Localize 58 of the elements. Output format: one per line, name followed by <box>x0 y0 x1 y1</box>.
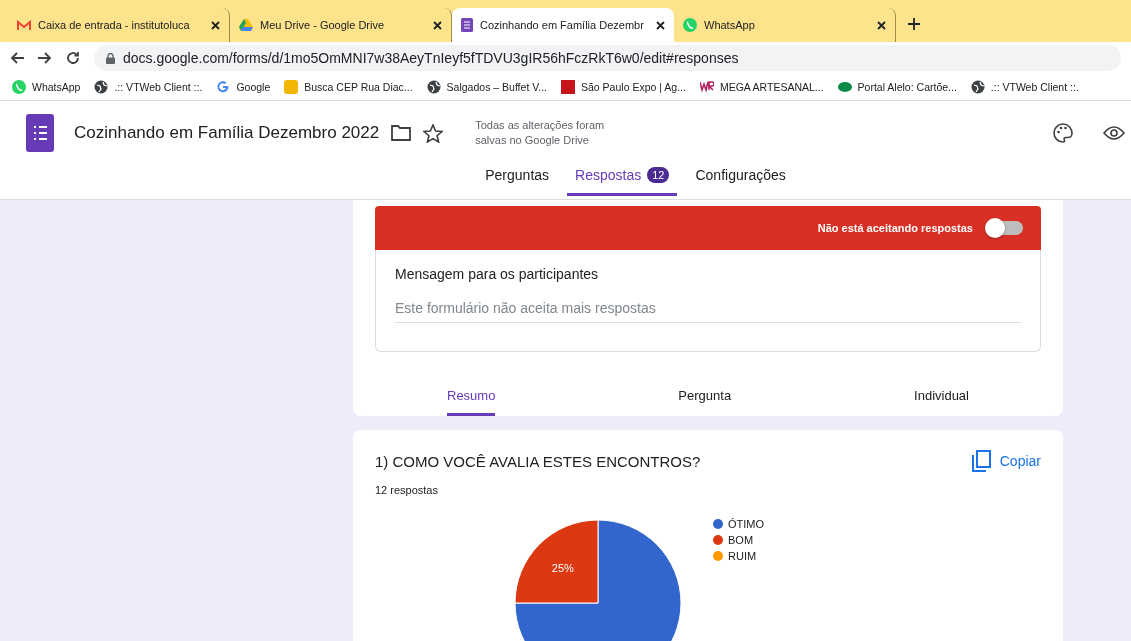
palette-icon[interactable] <box>1053 123 1073 143</box>
close-icon[interactable] <box>656 20 665 30</box>
bookmark-label[interactable]: Google <box>236 81 271 93</box>
nav-tab[interactable]: Configurações <box>687 159 794 196</box>
eye-icon[interactable] <box>1103 126 1125 140</box>
bookmark-label[interactable]: São Paulo Expo | Ag... <box>581 81 686 93</box>
bookmark-label[interactable]: Salgados – Buffet V... <box>446 81 547 93</box>
back-icon[interactable] <box>10 52 24 64</box>
view-tab[interactable]: Individual <box>914 380 969 416</box>
bookmark-label[interactable]: Busca CEP Rua Diac... <box>304 81 413 93</box>
bookmark-label[interactable]: .:: VTWeb Client ::. <box>114 81 203 93</box>
toggle-switch[interactable] <box>985 218 1025 238</box>
legend-label: RUIM <box>728 550 757 562</box>
nav-tab[interactable]: Respostas 12 <box>567 159 678 196</box>
legend-label: ÓTIMO <box>728 518 765 530</box>
question-title: 1) COMO VOCÊ AVALIA ESTES ENCONTROS? <box>375 452 701 470</box>
response-count: 12 respostas <box>375 484 439 496</box>
message-label: Mensagem para os participantes <box>395 266 600 282</box>
letters-logo-icon <box>699 81 714 93</box>
envelope-m-icon <box>17 19 31 31</box>
forward-icon[interactable] <box>38 52 52 64</box>
copy-button[interactable]: Copiar <box>971 450 1041 472</box>
bookmark-label[interactable]: MEGA ARTESANAL... <box>719 81 824 93</box>
oval-logo-icon <box>837 82 852 92</box>
slice-percent-label: 25% <box>551 561 574 574</box>
close-icon[interactable] <box>877 20 886 30</box>
triangle-icon <box>239 19 253 31</box>
square-logo-icon <box>561 80 575 94</box>
globe-icon <box>970 80 985 94</box>
lock-icon <box>106 52 115 64</box>
toggle-thumb[interactable] <box>985 218 1005 238</box>
new-tab-icon[interactable] <box>908 18 920 30</box>
nav-tab[interactable]: Perguntas <box>477 159 558 196</box>
save-status-text: Todas as alterações foram salvas no Google Drive <box>475 118 606 148</box>
banner-text: Não está aceitando respostas <box>817 222 973 234</box>
form-list-icon <box>461 18 473 32</box>
form-list-icon[interactable] <box>26 114 54 152</box>
form-title: Cozinhando em Família Dezembro 2022 <box>74 123 380 143</box>
square-logo-icon <box>284 80 299 94</box>
star-icon[interactable] <box>423 123 444 143</box>
g-letter-icon <box>216 80 231 94</box>
browser-tab[interactable]: Cozinhando em Família Dezembr <box>452 8 674 42</box>
close-icon[interactable] <box>211 20 220 30</box>
count-badge: 12 <box>647 167 670 183</box>
bookmark-label[interactable]: Portal Alelo: Cartõe... <box>857 81 957 93</box>
copy-icon <box>971 450 992 472</box>
url-text: docs.google.com/forms/d/1mo5OmMNI7w38AeyTnIeyf5fTDVU3gIR56hFczRkT6w0/edit#responses <box>123 50 739 66</box>
bookmark-label[interactable]: WhatsApp <box>32 81 81 93</box>
reload-icon[interactable] <box>66 51 80 65</box>
address-bar[interactable]: docs.google.com/forms/d/1mo5OmMNI7w38AeyTnIeyf5fTDVU3gIR56hFczRkT6w0/edit#responses <box>94 45 1121 71</box>
view-tab[interactable]: Pergunta <box>678 380 732 416</box>
bookmark-label[interactable]: .:: VTWeb Client ::. <box>990 81 1079 93</box>
legend-label: BOM <box>728 534 754 546</box>
close-icon[interactable] <box>433 20 442 30</box>
globe-icon <box>94 80 109 94</box>
view-tab[interactable]: Resumo <box>447 380 496 416</box>
globe-icon <box>426 80 441 94</box>
folder-icon[interactable] <box>391 125 412 141</box>
